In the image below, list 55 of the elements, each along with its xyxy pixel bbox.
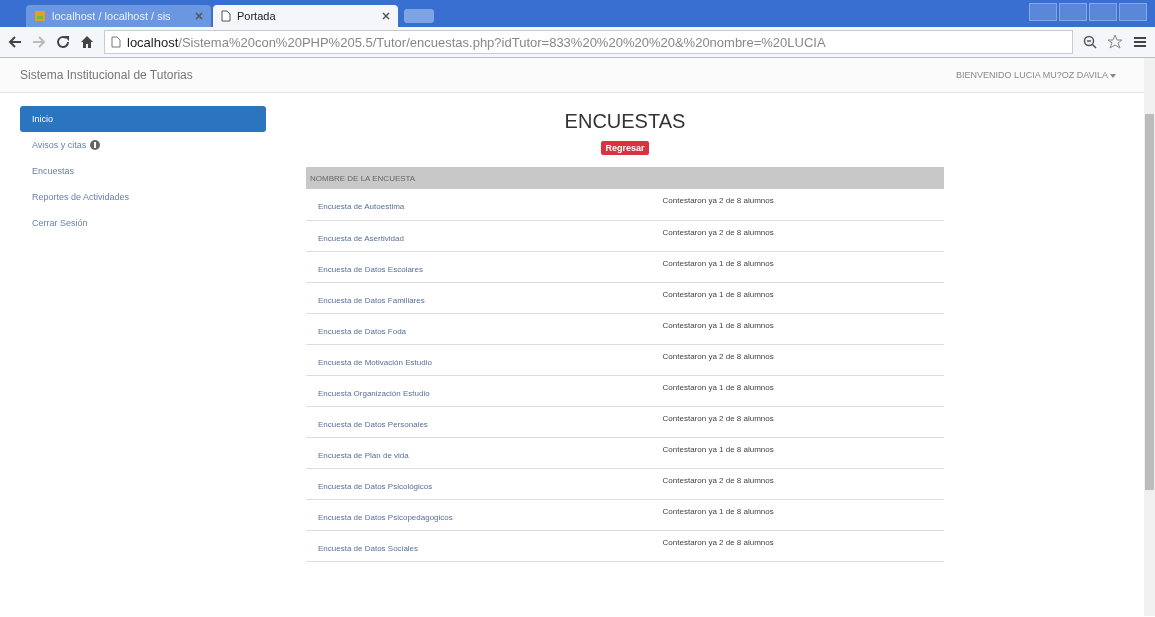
user-menu[interactable]: BIENVENIDO LUCIA MU?OZ DAVILA (956, 70, 1116, 80)
table-cell: Contestaron ya 1 de 8 alumnos (650, 313, 944, 344)
survey-link[interactable]: Encuesta de Motivación Estudio (306, 344, 651, 375)
page-title: ENCUESTAS (563, 109, 687, 133)
zoom-icon[interactable] (1083, 35, 1097, 49)
sidebar-item[interactable]: Cerrar Sesión (20, 210, 266, 236)
column-header: NOMBRE DE LA ENCUESTA (306, 167, 944, 189)
badge-icon (90, 140, 101, 150)
minimize-button[interactable] (1059, 3, 1087, 21)
table-cell: Contestaron ya 2 de 8 alumnos (650, 220, 944, 251)
scrollbar[interactable] (1144, 58, 1155, 616)
back-icon[interactable] (8, 36, 22, 48)
survey-link[interactable]: Encuesta de Plan de vida (306, 437, 651, 468)
caret-icon (1110, 74, 1116, 78)
address-bar[interactable]: localhost/Sistema%20con%20PHP%205.5/Tutor/encuestas.php?idTutor=833%20%20%20%20&%20nombre=%20LUCIA (104, 30, 1073, 54)
survey-link[interactable]: Encuesta de Asertividad (306, 220, 651, 251)
survey-link[interactable]: Encuesta de Datos Familiares (306, 282, 651, 313)
survey-link[interactable]: Encuesta de Datos Psicopedagogicos (306, 499, 651, 530)
star-icon[interactable] (1107, 34, 1123, 50)
survey-link[interactable]: Encuesta de Datos Sociales (306, 530, 651, 561)
sidebar-item[interactable]: Reportes de Actividades (20, 184, 266, 210)
table-cell: Contestaron ya 2 de 8 alumnos (650, 530, 944, 561)
survey-link[interactable]: Encuesta de Datos Psicológicos (306, 468, 651, 499)
page-icon (221, 10, 231, 22)
page-icon (111, 36, 121, 48)
table-cell: Contestaron ya 1 de 8 alumnos (650, 251, 944, 282)
site-title[interactable]: Sistema Institucional de Tutorias (20, 68, 193, 82)
close-icon[interactable] (382, 12, 390, 20)
table-cell: Contestaron ya 1 de 8 alumnos (650, 282, 944, 313)
url-text: localhost/Sistema%20con%20PHP%205.5/Tutor/encuestas.php?idTutor=833%20%20%20%20&%20nombre=%20LUCIA (127, 34, 826, 50)
sidebar-item[interactable]: Avisos y citas (20, 132, 266, 158)
table-cell: Contestaron ya 1 de 8 alumnos (650, 437, 944, 468)
forward-icon[interactable] (32, 36, 46, 48)
table-cell: Contestaron ya 2 de 8 alumnos (650, 189, 944, 220)
table-cell: Contestaron ya 1 de 8 alumnos (650, 499, 944, 530)
home-icon[interactable] (80, 35, 94, 49)
sidebar-item[interactable]: Inicio (20, 106, 266, 132)
restore-button[interactable] (1089, 3, 1117, 21)
table-cell: Contestaron ya 1 de 8 alumnos (650, 375, 944, 406)
menu-icon[interactable] (1133, 36, 1147, 48)
close-button[interactable] (1119, 3, 1147, 21)
sidebar-item[interactable]: Encuestas (20, 158, 266, 184)
survey-link[interactable]: Encuesta de Datos Foda (306, 313, 651, 344)
survey-link[interactable]: Encuesta de Datos Personales (306, 406, 651, 437)
reload-icon[interactable] (56, 35, 70, 49)
survey-link[interactable]: Encuesta de Autoestima (306, 189, 651, 220)
back-button[interactable]: Regresar (601, 141, 649, 155)
browser-tab[interactable]: Portada (213, 5, 398, 27)
scrollbar-thumb[interactable] (1145, 114, 1154, 490)
table-cell: Contestaron ya 2 de 8 alumnos (650, 344, 944, 375)
table-cell: Contestaron ya 2 de 8 alumnos (650, 406, 944, 437)
favicon-icon (34, 10, 46, 22)
survey-link[interactable]: Encuesta Organización Estudio (306, 375, 651, 406)
table-cell: Contestaron ya 2 de 8 alumnos (650, 468, 944, 499)
survey-link[interactable]: Encuesta de Datos Escolares (306, 251, 651, 282)
